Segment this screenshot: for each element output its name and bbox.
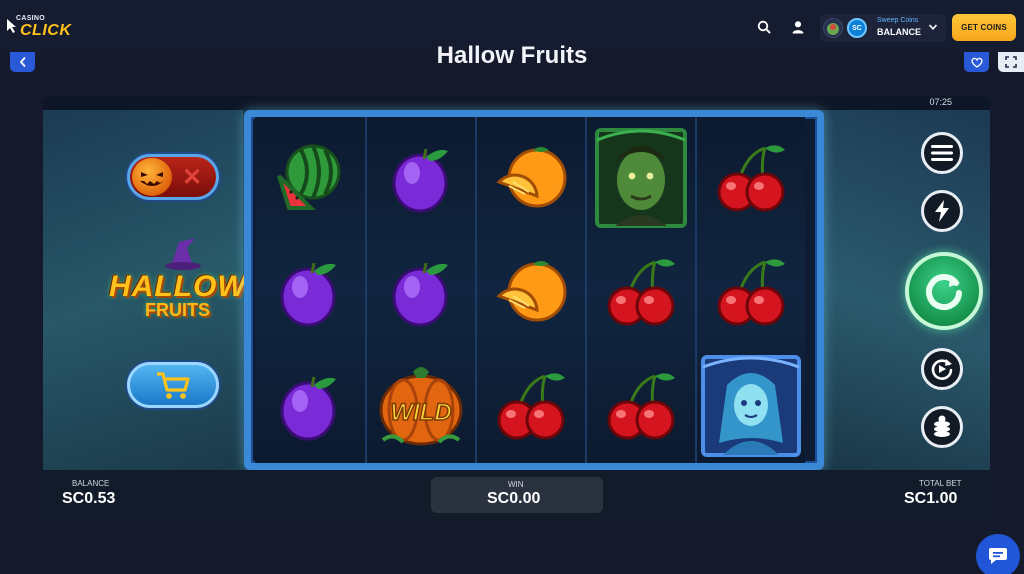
fullscreen-icon xyxy=(1005,56,1017,68)
witch-hat-icon xyxy=(165,238,201,270)
wild-label: WILD xyxy=(390,399,451,426)
reel-4 xyxy=(585,117,695,463)
zombie-symbol xyxy=(587,121,695,235)
spin-button[interactable] xyxy=(905,252,983,330)
pumpkin-icon xyxy=(132,158,172,196)
logo-small-text: CASINO xyxy=(16,15,46,22)
wild-pumpkin-symbol: WILD xyxy=(367,349,475,463)
turbo-button[interactable] xyxy=(921,190,963,232)
search-icon xyxy=(757,20,771,34)
coins-stack-icon xyxy=(934,415,950,437)
plum-symbol xyxy=(367,235,475,349)
close-x-icon: ✕ xyxy=(182,164,203,191)
watermelon-symbol xyxy=(255,121,363,235)
game-logo: HALLOW FRUITS xyxy=(105,236,246,328)
win-value: SC0.00 xyxy=(487,490,541,507)
menu-icon xyxy=(931,145,953,161)
menu-button[interactable] xyxy=(921,132,963,174)
game-canvas[interactable]: 07:25 ✕ HALLOW FRUITS WILD BALANCE SC0.5… xyxy=(43,96,990,522)
total-bet-value: SC1.00 xyxy=(904,490,958,507)
total-bet-label: TOTAL BET xyxy=(919,479,962,488)
cherry-symbol xyxy=(477,349,585,463)
plum-symbol xyxy=(255,235,363,349)
cherry-symbol xyxy=(587,349,695,463)
balance-label: BALANCE xyxy=(72,479,110,488)
reel-5 xyxy=(695,117,805,463)
balance-selector[interactable]: SC Sweep Coins BALANCE xyxy=(820,14,946,42)
chat-icon xyxy=(989,548,1007,564)
buy-feature-button[interactable] xyxy=(127,362,219,408)
user-button[interactable] xyxy=(786,15,810,39)
get-coins-button[interactable]: GET COINS xyxy=(952,14,1016,41)
chevron-down-icon xyxy=(928,24,938,30)
game-top-strip: 07:25 xyxy=(43,96,990,110)
balance-value: SC0.53 xyxy=(62,490,116,507)
reel-3 xyxy=(475,117,585,463)
cherry-symbol xyxy=(697,235,805,349)
autoplay-button[interactable] xyxy=(921,348,963,390)
balance-currency-label: Sweep Coins xyxy=(877,17,919,24)
lightning-icon xyxy=(935,200,949,222)
avatar xyxy=(823,18,843,38)
favorite-button[interactable] xyxy=(964,52,989,72)
reel-1 xyxy=(255,117,365,463)
win-display: WIN SC0.00 xyxy=(431,477,603,513)
balance-label: BALANCE xyxy=(877,27,921,37)
casino-click-logo[interactable]: CASINO CLICK xyxy=(6,14,76,40)
game-logo-line1: HALLOW xyxy=(109,270,247,303)
plum-symbol xyxy=(367,121,475,235)
heart-icon xyxy=(970,57,983,68)
plum-symbol xyxy=(255,349,363,463)
sweep-coins-badge: SC xyxy=(847,18,867,38)
logo-big-text: CLICK xyxy=(20,22,72,39)
page-title: Hallow Fruits xyxy=(436,42,588,69)
spin-arrow-icon xyxy=(926,274,962,311)
cherry-symbol xyxy=(697,121,805,235)
chat-button[interactable] xyxy=(976,534,1020,574)
fullscreen-button[interactable] xyxy=(998,52,1024,72)
reel-2: WILD xyxy=(365,117,475,463)
game-status-bar: BALANCE SC0.53 WIN SC0.00 TOTAL BET SC1.… xyxy=(43,470,990,522)
autoplay-icon xyxy=(931,359,953,380)
game-clock: 07:25 xyxy=(929,97,952,107)
bet-button[interactable] xyxy=(921,406,963,448)
search-button[interactable] xyxy=(752,15,776,39)
cherry-symbol xyxy=(587,235,695,349)
user-icon xyxy=(792,21,804,34)
ghost-girl-symbol xyxy=(697,349,805,463)
game-logo-line2: FRUITS xyxy=(145,300,210,320)
bonus-toggle-button[interactable]: ✕ xyxy=(127,154,219,200)
orange-symbol xyxy=(477,121,585,235)
cart-icon xyxy=(157,372,190,399)
win-label: WIN xyxy=(508,480,524,489)
reel-grid: WILD xyxy=(244,110,824,470)
orange-symbol xyxy=(477,235,585,349)
